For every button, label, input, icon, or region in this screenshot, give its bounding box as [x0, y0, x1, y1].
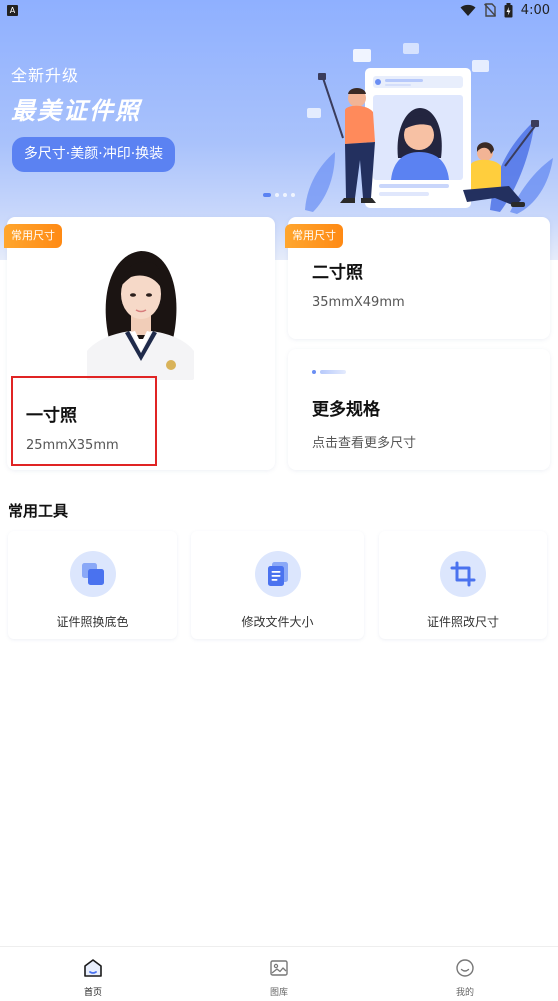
change-background-label: 证件照换底色 [56, 615, 129, 629]
tools-section-title: 常用工具 [8, 502, 69, 520]
hero-subtitle: 全新升级 [11, 66, 80, 85]
file-size-icon [267, 562, 288, 586]
clock: 4:00 [520, 2, 550, 18]
pager-dot-active [263, 193, 271, 197]
sample-portrait-image [87, 239, 194, 380]
home-icon [84, 959, 102, 977]
common-size-badge: 常用尺寸 [4, 224, 62, 248]
nav-profile[interactable]: 我的 [372, 947, 558, 1001]
wifi-icon [460, 4, 476, 16]
status-bar: A 4:00 [0, 0, 558, 20]
pager-dot [275, 193, 279, 197]
nav-home-label: 首页 [83, 988, 102, 998]
bottom-navigation: 首页 图库 我的 [0, 946, 558, 1001]
more-sizes-card[interactable]: 更多规格 点击查看更多尺寸 [288, 349, 550, 470]
change-background-icon [81, 563, 104, 585]
no-sim-icon [483, 3, 496, 17]
more-sizes-decoration [312, 370, 346, 374]
file-size-label: 修改文件大小 [241, 615, 314, 629]
change-background-tool[interactable]: 证件照换底色 [8, 531, 177, 639]
file-size-tool[interactable]: 修改文件大小 [191, 531, 364, 639]
common-size-badge: 常用尺寸 [285, 224, 343, 248]
hero-feature-pill[interactable]: 多尺寸·美颜·冲印·换装 [12, 137, 175, 172]
selection-highlight [11, 376, 157, 466]
battery-charging-icon [504, 2, 513, 17]
two-inch-size: 35mmX49mm [312, 295, 405, 310]
pager-dot [291, 193, 295, 197]
profile-icon [456, 959, 474, 977]
nav-home[interactable]: 首页 [0, 947, 186, 1001]
resize-photo-tool[interactable]: 证件照改尺寸 [379, 531, 547, 639]
hero-illustration [305, 43, 553, 214]
nav-profile-label: 我的 [455, 988, 474, 998]
nav-gallery[interactable]: 图库 [186, 947, 372, 1001]
two-inch-photo-card[interactable]: 常用尺寸 二寸照 35mmX49mm [285, 217, 550, 339]
crop-icon [450, 561, 476, 587]
more-sizes-subtitle: 点击查看更多尺寸 [312, 436, 417, 451]
more-sizes-title: 更多规格 [312, 400, 380, 420]
nav-gallery-label: 图库 [269, 988, 288, 998]
gallery-icon [270, 960, 288, 976]
hero-pager [263, 193, 295, 197]
hero-title: 最美证件照 [11, 97, 141, 125]
resize-photo-label: 证件照改尺寸 [426, 615, 499, 629]
two-inch-title: 二寸照 [312, 263, 363, 283]
app-notification-icon: A [7, 4, 18, 16]
pager-dot [283, 193, 287, 197]
